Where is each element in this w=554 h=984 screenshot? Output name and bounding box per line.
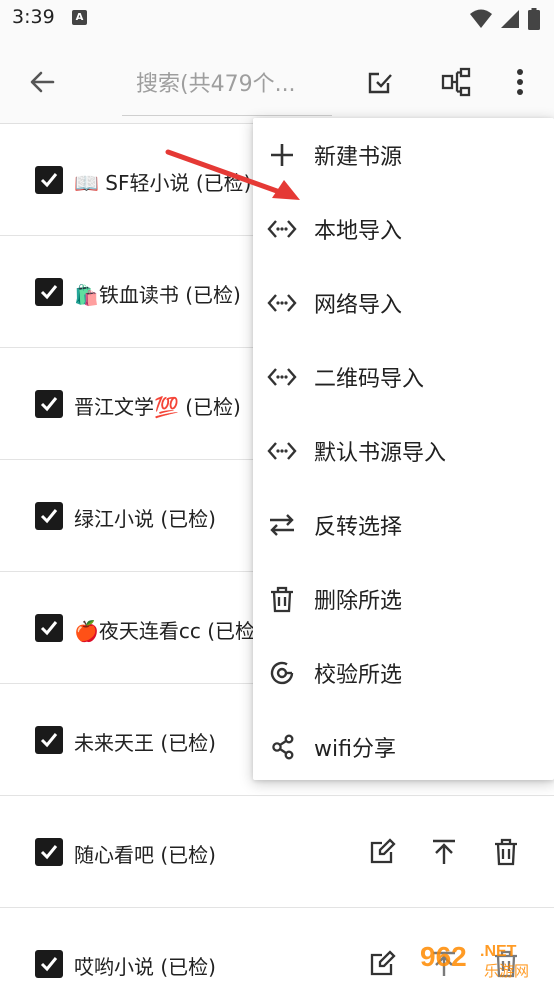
check-icon bbox=[40, 621, 58, 636]
source-name: 🍎夜天连看cc (已检) bbox=[74, 619, 263, 643]
battery-icon bbox=[528, 8, 540, 30]
move-to-top-button[interactable] bbox=[426, 834, 462, 870]
arrow-back-icon bbox=[30, 71, 55, 93]
wifi-icon bbox=[470, 9, 492, 28]
checkbox[interactable] bbox=[35, 838, 63, 866]
menu-item-verify-selected[interactable]: 校验所选 bbox=[253, 636, 554, 709]
vertical-align-top-icon bbox=[433, 839, 455, 864]
watermark-logo: 962 .NET 乐游网 bbox=[413, 937, 549, 980]
app-notification-icon: A bbox=[72, 10, 87, 25]
source-name: 🛍️铁血读书 (已检) bbox=[74, 283, 241, 307]
status-time: 3:39 bbox=[12, 6, 55, 28]
group-tree-icon bbox=[441, 67, 471, 97]
edit-check-icon bbox=[368, 72, 392, 94]
edit-icon bbox=[370, 838, 396, 864]
delete-button[interactable] bbox=[488, 834, 524, 870]
menu-item-default-import[interactable]: 默认书源导入 bbox=[253, 414, 554, 487]
status-icons bbox=[470, 6, 540, 32]
edit-button[interactable] bbox=[364, 946, 400, 982]
status-bar: 3:39 A bbox=[0, 0, 554, 38]
check-icon bbox=[40, 285, 58, 300]
menu-item-delete-selected[interactable]: 删除所选 bbox=[253, 562, 554, 635]
menu-item-label: 反转选择 bbox=[314, 515, 403, 540]
group-button[interactable] bbox=[434, 60, 478, 104]
select-all-button[interactable] bbox=[358, 60, 402, 104]
check-icon bbox=[40, 957, 58, 972]
code-icon bbox=[267, 362, 297, 392]
menu-item-label: 新建书源 bbox=[314, 145, 403, 170]
back-button[interactable] bbox=[20, 60, 64, 104]
trash-icon bbox=[495, 838, 517, 866]
source-name: 晋江文学💯 (已检) bbox=[74, 395, 241, 419]
menu-item-label: 网络导入 bbox=[314, 293, 403, 318]
menu-item-label: 校验所选 bbox=[314, 663, 403, 688]
svg-text:乐游网: 乐游网 bbox=[484, 962, 529, 980]
checkbox[interactable] bbox=[35, 166, 63, 194]
check-icon bbox=[40, 509, 58, 524]
more-vert-icon bbox=[517, 69, 523, 95]
source-name: 未来天王 (已检) bbox=[74, 731, 216, 755]
menu-item-qrcode-import[interactable]: 二维码导入 bbox=[253, 340, 554, 413]
menu-item-label: 删除所选 bbox=[314, 589, 403, 614]
code-icon bbox=[267, 214, 297, 244]
checkbox[interactable] bbox=[35, 278, 63, 306]
menu-item-label: wifi分享 bbox=[314, 737, 396, 762]
checkbox[interactable] bbox=[35, 950, 63, 978]
source-name: 绿江小说 (已检) bbox=[74, 507, 216, 531]
menu-item-label: 本地导入 bbox=[314, 219, 403, 244]
check-icon bbox=[40, 173, 58, 188]
search-input[interactable]: 搜索(共479个... bbox=[122, 54, 332, 116]
row-actions bbox=[364, 834, 524, 870]
code-icon bbox=[267, 436, 297, 466]
menu-item-label: 二维码导入 bbox=[314, 367, 425, 392]
swap-icon bbox=[267, 510, 297, 540]
edit-button[interactable] bbox=[364, 834, 400, 870]
check-icon bbox=[40, 845, 58, 860]
menu-item-label: 默认书源导入 bbox=[314, 441, 447, 466]
source-name: 哎哟小说 (已检) bbox=[74, 955, 216, 979]
check-icon bbox=[40, 397, 58, 412]
edit-icon bbox=[370, 950, 396, 976]
list-item[interactable]: 随心看吧 (已检) bbox=[0, 796, 554, 908]
code-icon bbox=[267, 288, 297, 318]
overflow-menu: 新建书源 本地导入 网络导入 二维码导入 默认书源导入 反转选择 删除所选 校验… bbox=[253, 118, 554, 780]
signal-icon bbox=[501, 10, 519, 28]
verify-icon bbox=[267, 658, 297, 688]
trash-icon bbox=[267, 584, 297, 614]
check-icon bbox=[40, 733, 58, 748]
more-options-button[interactable] bbox=[498, 60, 542, 104]
checkbox[interactable] bbox=[35, 614, 63, 642]
menu-item-invert-selection[interactable]: 反转选择 bbox=[253, 488, 554, 561]
menu-item-wifi-share[interactable]: wifi分享 bbox=[253, 710, 554, 783]
menu-item-network-import[interactable]: 网络导入 bbox=[253, 266, 554, 339]
checkbox[interactable] bbox=[35, 726, 63, 754]
source-name: 随心看吧 (已检) bbox=[74, 843, 216, 867]
annotation-arrow-icon bbox=[165, 149, 300, 200]
share-icon bbox=[267, 732, 297, 762]
svg-text:962: 962 bbox=[420, 941, 467, 972]
checkbox[interactable] bbox=[35, 502, 63, 530]
top-toolbar: 搜索(共479个... bbox=[0, 38, 554, 124]
search-placeholder: 搜索(共479个... bbox=[136, 72, 296, 97]
svg-text:.NET: .NET bbox=[480, 943, 517, 960]
checkbox[interactable] bbox=[35, 390, 63, 418]
